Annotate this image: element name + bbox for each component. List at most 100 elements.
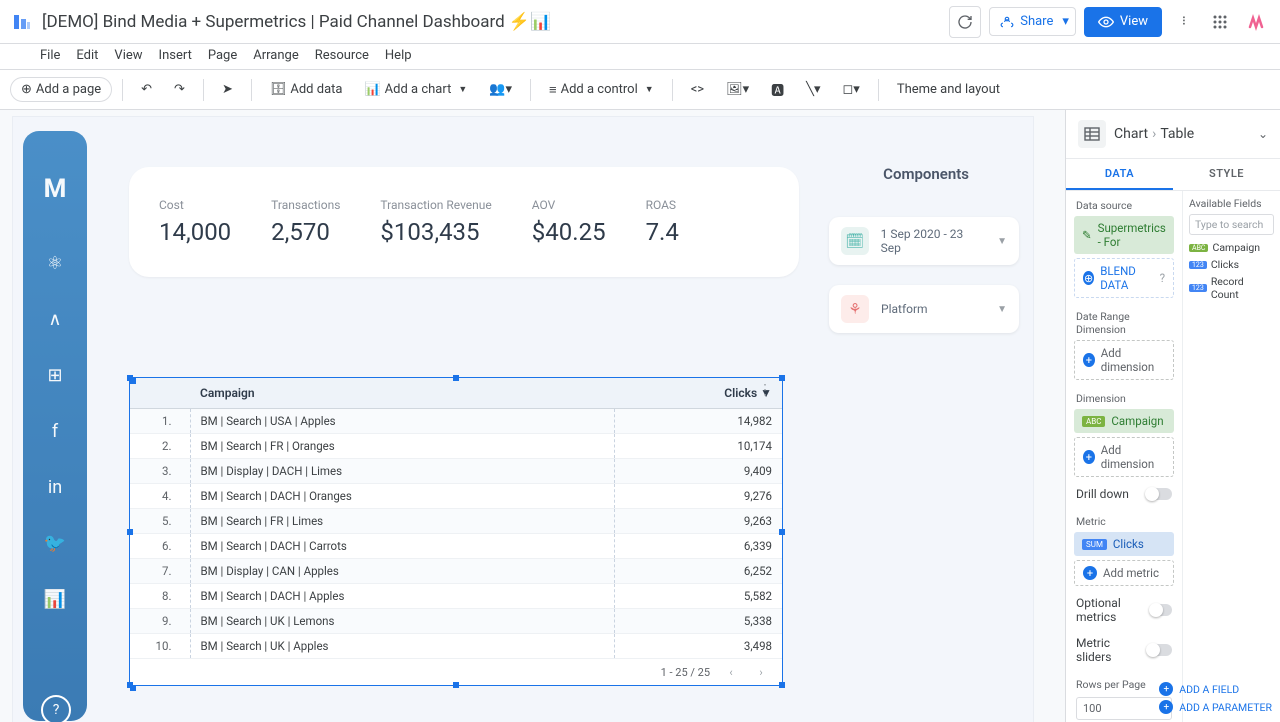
metric-sliders-toggle[interactable]: [1147, 644, 1172, 656]
nav-network-icon[interactable]: ⚛: [41, 249, 69, 277]
table-row[interactable]: 5.BM | Search | FR | Limes9,263: [130, 509, 782, 534]
table-row[interactable]: 10.BM | Search | UK | Apples3,498: [130, 634, 782, 659]
drill-down-label: Drill down: [1076, 487, 1129, 501]
dimension-chip[interactable]: ABCCampaign: [1074, 409, 1174, 433]
add-control-button[interactable]: ≡Add a control▼: [541, 78, 662, 102]
add-metric[interactable]: +Add metric: [1074, 560, 1174, 586]
table-row[interactable]: 7.BM | Display | CAN | Apples6,252: [130, 559, 782, 584]
menu-file[interactable]: File: [40, 48, 60, 63]
table-row[interactable]: 3.BM | Display | DACH | Limes9,409: [130, 459, 782, 484]
tab-data[interactable]: DATA: [1066, 159, 1173, 190]
components-heading: Components: [883, 165, 969, 183]
nav-grid-icon[interactable]: ⊞: [41, 361, 69, 389]
add-page-button[interactable]: ⊕Add a page: [10, 77, 112, 102]
community-viz-button[interactable]: 👥▾: [481, 78, 520, 101]
apps-grid-icon[interactable]: [1206, 8, 1234, 36]
optional-metrics-toggle[interactable]: [1150, 604, 1172, 616]
blend-data-button[interactable]: ⊕BLEND DATA?: [1074, 258, 1174, 298]
table-row[interactable]: 2.BM | Search | FR | Oranges10,174: [130, 434, 782, 459]
cell-clicks: 5,338: [615, 609, 782, 634]
share-button[interactable]: Share: [989, 7, 1064, 36]
rows-per-page-select[interactable]: 100▾: [1076, 697, 1172, 720]
redo-button[interactable]: ↷: [166, 78, 193, 101]
chevron-down-icon: ▼: [997, 236, 1007, 247]
more-options-icon[interactable]: ⁝: [1170, 8, 1198, 36]
embed-button[interactable]: <>: [683, 78, 712, 101]
cell-clicks: 9,276: [615, 484, 782, 509]
view-button[interactable]: View: [1084, 7, 1162, 37]
nav-up-icon[interactable]: ∧: [41, 305, 69, 333]
cell-campaign: BM | Search | FR | Limes: [190, 509, 615, 534]
metric-chip[interactable]: SUMClicks: [1074, 532, 1174, 556]
col-header-clicks[interactable]: Clicks ▼: [615, 378, 782, 409]
add-data-button[interactable]: 🗄Add data: [262, 78, 351, 101]
pointer-tool[interactable]: ➤: [214, 78, 241, 101]
cell-campaign: BM | Display | DACH | Limes: [190, 459, 615, 484]
share-dropdown[interactable]: ▾: [1056, 7, 1076, 36]
text-button[interactable]: 🅰: [763, 76, 792, 103]
help-button[interactable]: ?: [41, 695, 71, 722]
data-source-chip[interactable]: ✎Supermetrics - For: [1074, 216, 1174, 254]
kpi-label: Cost: [159, 198, 231, 212]
canvas-area[interactable]: M ⚛ ∧ ⊞ f in 🐦 📊 ? Cost14,000 Transactio…: [0, 110, 1065, 722]
add-dimension[interactable]: +Add dimension: [1074, 437, 1174, 477]
add-date-dimension[interactable]: +Add dimension: [1074, 340, 1174, 380]
selected-table-chart[interactable]: ⋮ Campaign Clicks ▼ 1.BM | Search | USA …: [129, 377, 783, 686]
reload-button[interactable]: [949, 6, 981, 38]
optional-metrics-label: Optional metrics: [1076, 596, 1150, 624]
table-row[interactable]: 9.BM | Search | UK | Lemons5,338: [130, 609, 782, 634]
add-field-button[interactable]: +ADD A FIELD: [1159, 682, 1239, 696]
shape-button[interactable]: ◻▾: [835, 78, 868, 101]
row-number: 9.: [130, 609, 190, 634]
menu-arrange[interactable]: Arrange: [253, 48, 298, 63]
field-record-count[interactable]: 123Record Count: [1189, 273, 1274, 303]
cell-campaign: BM | Search | DACH | Oranges: [190, 484, 615, 509]
field-search-input[interactable]: Type to search: [1189, 214, 1274, 235]
menu-view[interactable]: View: [114, 48, 142, 63]
table-row[interactable]: 6.BM | Search | DACH | Carrots6,339: [130, 534, 782, 559]
chevron-down-icon: ▼: [997, 304, 1007, 315]
report-canvas: M ⚛ ∧ ⊞ f in 🐦 📊 ? Cost14,000 Transactio…: [12, 116, 1034, 722]
theme-layout-button[interactable]: Theme and layout: [889, 78, 1008, 101]
table-row[interactable]: 4.BM | Search | DACH | Oranges9,276: [130, 484, 782, 509]
cell-campaign: BM | Search | UK | Apples: [190, 634, 615, 659]
supermetrics-icon[interactable]: [1242, 8, 1270, 36]
nav-twitter-icon[interactable]: 🐦: [41, 529, 69, 557]
toolbar: ⊕Add a page ↶ ↷ ➤ 🗄Add data 📊Add a chart…: [0, 70, 1280, 110]
tab-style[interactable]: STYLE: [1173, 159, 1280, 190]
col-header-campaign[interactable]: Campaign: [190, 378, 615, 409]
calendar-icon: 🗓: [841, 227, 869, 255]
table-row[interactable]: 1.BM | Search | USA | Apples14,982: [130, 409, 782, 434]
help-icon[interactable]: ?: [1160, 271, 1165, 285]
table-more-icon[interactable]: ⋮: [758, 382, 772, 398]
breadcrumb[interactable]: Chart›Table: [1114, 126, 1194, 142]
platform-control[interactable]: ⚘ Platform ▼: [829, 285, 1019, 333]
menu-edit[interactable]: Edit: [76, 48, 98, 63]
add-parameter-button[interactable]: +ADD A PARAMETER: [1159, 700, 1272, 714]
doc-title[interactable]: [DEMO] Bind Media + Supermetrics | Paid …: [42, 12, 551, 32]
nav-linkedin-icon[interactable]: in: [41, 473, 69, 501]
menu-bar: File Edit View Insert Page Arrange Resou…: [0, 44, 1280, 70]
image-button[interactable]: 🖼▾: [718, 78, 757, 101]
chevron-down-icon[interactable]: ⌄: [1258, 127, 1268, 141]
nav-analytics-icon[interactable]: 📊: [41, 585, 69, 613]
menu-resource[interactable]: Resource: [315, 48, 369, 63]
undo-button[interactable]: ↶: [133, 78, 160, 101]
add-chart-button[interactable]: 📊Add a chart▼: [356, 78, 475, 101]
menu-page[interactable]: Page: [208, 48, 237, 63]
date-range-control[interactable]: 🗓 1 Sep 2020 - 23 Sep ▼: [829, 217, 1019, 265]
pager-next-button[interactable]: ›: [752, 663, 770, 681]
field-clicks[interactable]: 123Clicks: [1189, 256, 1274, 273]
pager-prev-button[interactable]: ‹: [722, 663, 740, 681]
app-header: [DEMO] Bind Media + Supermetrics | Paid …: [0, 0, 1280, 44]
row-number: 3.: [130, 459, 190, 484]
menu-help[interactable]: Help: [385, 48, 412, 63]
line-button[interactable]: ╲▾: [798, 78, 828, 101]
pager-text: 1 - 25 / 25: [661, 666, 710, 679]
field-campaign[interactable]: ABCCampaign: [1189, 239, 1274, 256]
drill-down-toggle[interactable]: [1146, 488, 1172, 500]
menu-insert[interactable]: Insert: [159, 48, 192, 63]
table-row[interactable]: 8.BM | Search | DACH | Apples5,582: [130, 584, 782, 609]
cell-campaign: BM | Search | DACH | Apples: [190, 584, 615, 609]
nav-facebook-icon[interactable]: f: [41, 417, 69, 445]
